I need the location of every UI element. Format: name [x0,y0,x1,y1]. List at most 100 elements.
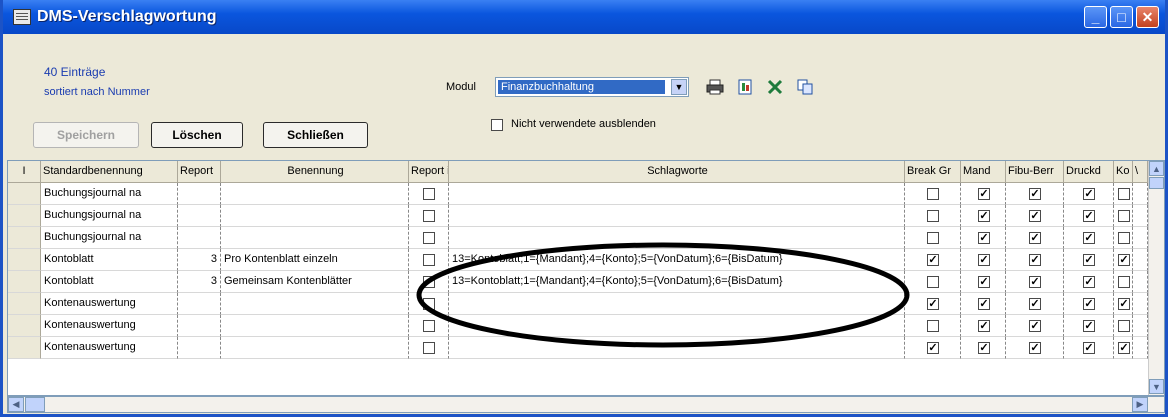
table-cell[interactable]: ✓ [961,183,1006,205]
table-cell[interactable]: Kontoblatt [41,249,178,271]
close-window-button[interactable]: ✕ [1136,6,1159,28]
table-cell[interactable] [409,205,449,227]
table-cell[interactable] [178,227,221,249]
table-cell[interactable]: ✓ [1064,315,1114,337]
column-header-mand[interactable]: Mand [961,161,1006,183]
cell-report-i-checkbox[interactable] [423,210,435,222]
cell-ko-checkbox[interactable] [1118,232,1130,244]
column-header-schlagworte[interactable]: Schlagworte [449,161,905,183]
printer-icon[interactable] [705,78,725,96]
cell-fibu-checkbox[interactable]: ✓ [1029,342,1041,354]
modul-select[interactable]: Finanzbuchhaltung ▼ [495,77,689,97]
table-cell[interactable]: Kontoblatt [41,271,178,293]
table-cell[interactable] [178,205,221,227]
cell-druck-checkbox[interactable]: ✓ [1083,254,1095,266]
cell-druck-checkbox[interactable]: ✓ [1083,276,1095,288]
vertical-scroll-thumb[interactable] [1149,177,1164,189]
table-cell[interactable]: ✓ [1114,293,1133,315]
row-header[interactable] [8,271,41,293]
cell-fibu-checkbox[interactable]: ✓ [1029,210,1041,222]
table-cell[interactable]: Gemeinsam Kontenblätter [221,271,409,293]
cell-druck-checkbox[interactable]: ✓ [1083,342,1095,354]
table-cell[interactable]: ✓ [1006,183,1064,205]
column-header-standardbenennung[interactable]: Standardbenennung [41,161,178,183]
table-cell[interactable] [1114,205,1133,227]
table-cell-extra[interactable] [1133,227,1148,249]
table-cell[interactable]: Kontenauswertung [41,337,178,359]
scroll-right-icon[interactable]: ▶ [1132,397,1148,412]
table-cell[interactable] [221,293,409,315]
table-cell[interactable] [905,271,961,293]
table-cell[interactable]: ✓ [961,249,1006,271]
cell-mand-checkbox[interactable]: ✓ [978,298,990,310]
horizontal-scrollbar[interactable]: ◀ ▶ [7,396,1165,413]
table-cell[interactable] [905,227,961,249]
table-cell[interactable]: ✓ [1006,271,1064,293]
table-cell[interactable] [409,183,449,205]
table-cell[interactable]: ✓ [1006,205,1064,227]
cell-break-checkbox[interactable] [927,210,939,222]
table-cell-extra[interactable] [1133,249,1148,271]
column-header-break-gr[interactable]: Break Gr [905,161,961,183]
table-cell[interactable] [905,205,961,227]
scroll-left-icon[interactable]: ◀ [8,397,24,412]
table-cell[interactable]: ✓ [1006,249,1064,271]
row-header[interactable] [8,249,41,271]
table-cell[interactable] [178,293,221,315]
cell-break-checkbox[interactable]: ✓ [927,254,939,266]
table-cell[interactable] [221,183,409,205]
table-cell[interactable]: ✓ [961,271,1006,293]
horizontal-scroll-thumb[interactable] [25,397,45,412]
cell-mand-checkbox[interactable]: ✓ [978,342,990,354]
column-header-ko[interactable]: Ko [1114,161,1133,183]
table-cell[interactable] [221,315,409,337]
table-cell[interactable]: ✓ [1064,337,1114,359]
table-cell[interactable] [1114,227,1133,249]
row-header[interactable] [8,315,41,337]
table-cell[interactable] [1114,315,1133,337]
cell-druck-checkbox[interactable]: ✓ [1083,298,1095,310]
vertical-scrollbar[interactable]: ▲ ▼ [1148,161,1164,395]
cell-ko-checkbox[interactable] [1118,276,1130,288]
table-cell[interactable] [221,205,409,227]
table-cell-extra[interactable] [1133,183,1148,205]
cell-druck-checkbox[interactable]: ✓ [1083,232,1095,244]
table-cell[interactable]: ✓ [1006,315,1064,337]
table-cell[interactable]: Kontenauswertung [41,293,178,315]
cell-mand-checkbox[interactable]: ✓ [978,276,990,288]
cell-ko-checkbox[interactable]: ✓ [1118,298,1130,310]
table-cell[interactable]: ✓ [1006,227,1064,249]
table-cell[interactable]: ✓ [905,249,961,271]
column-header-indicator[interactable]: I [8,161,41,183]
scroll-down-icon[interactable]: ▼ [1149,379,1164,394]
cell-druck-checkbox[interactable]: ✓ [1083,320,1095,332]
cell-fibu-checkbox[interactable]: ✓ [1029,188,1041,200]
table-cell[interactable]: 3 [178,271,221,293]
table-cell-extra[interactable] [1133,315,1148,337]
table-cell[interactable] [178,183,221,205]
table-cell[interactable]: ✓ [1006,337,1064,359]
table-cell[interactable]: ✓ [1064,293,1114,315]
row-header[interactable] [8,227,41,249]
table-cell-extra[interactable] [1133,205,1148,227]
table-cell[interactable] [221,337,409,359]
excel-icon[interactable] [766,78,786,96]
table-cell[interactable]: Buchungsjournal na [41,205,178,227]
column-header-fibu[interactable]: Fibu-Berr [1006,161,1064,183]
table-cell[interactable]: Kontenauswertung [41,315,178,337]
table-cell[interactable]: ✓ [905,337,961,359]
cell-ko-checkbox[interactable] [1118,210,1130,222]
cell-break-checkbox[interactable] [927,276,939,288]
row-header[interactable] [8,337,41,359]
cell-break-checkbox[interactable] [927,232,939,244]
cell-break-checkbox[interactable] [927,320,939,332]
cell-ko-checkbox[interactable]: ✓ [1118,342,1130,354]
column-header-druck[interactable]: Druckd [1064,161,1114,183]
cell-mand-checkbox[interactable]: ✓ [978,320,990,332]
copy-icon[interactable] [795,78,815,96]
cell-mand-checkbox[interactable]: ✓ [978,232,990,244]
table-cell-extra[interactable] [1133,293,1148,315]
cell-ko-checkbox[interactable]: ✓ [1118,254,1130,266]
table-cell-extra[interactable] [1133,271,1148,293]
save-button[interactable]: Speichern [33,122,139,148]
